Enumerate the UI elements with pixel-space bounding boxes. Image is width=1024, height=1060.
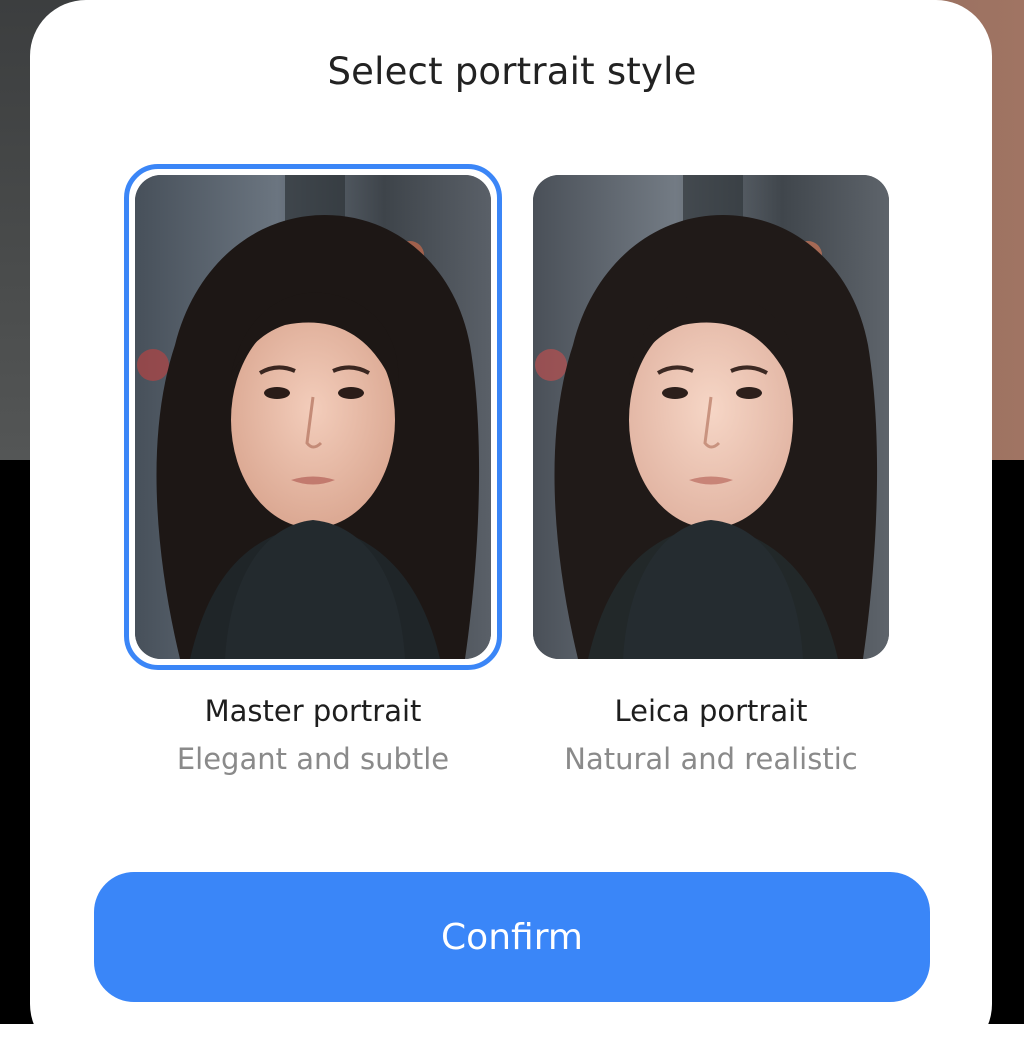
leica-portrait-preview-image[interactable]	[533, 175, 889, 659]
option-title: Leica portrait	[614, 694, 808, 728]
confirm-button[interactable]: Confirm	[94, 872, 930, 1002]
option-subtitle: Elegant and subtle	[176, 742, 450, 776]
dialog-title: Select portrait style	[327, 50, 697, 93]
option-subtitle: Natural and realistic	[564, 742, 858, 776]
master-portrait-preview-image[interactable]	[135, 175, 491, 659]
option-title: Master portrait	[204, 694, 422, 728]
